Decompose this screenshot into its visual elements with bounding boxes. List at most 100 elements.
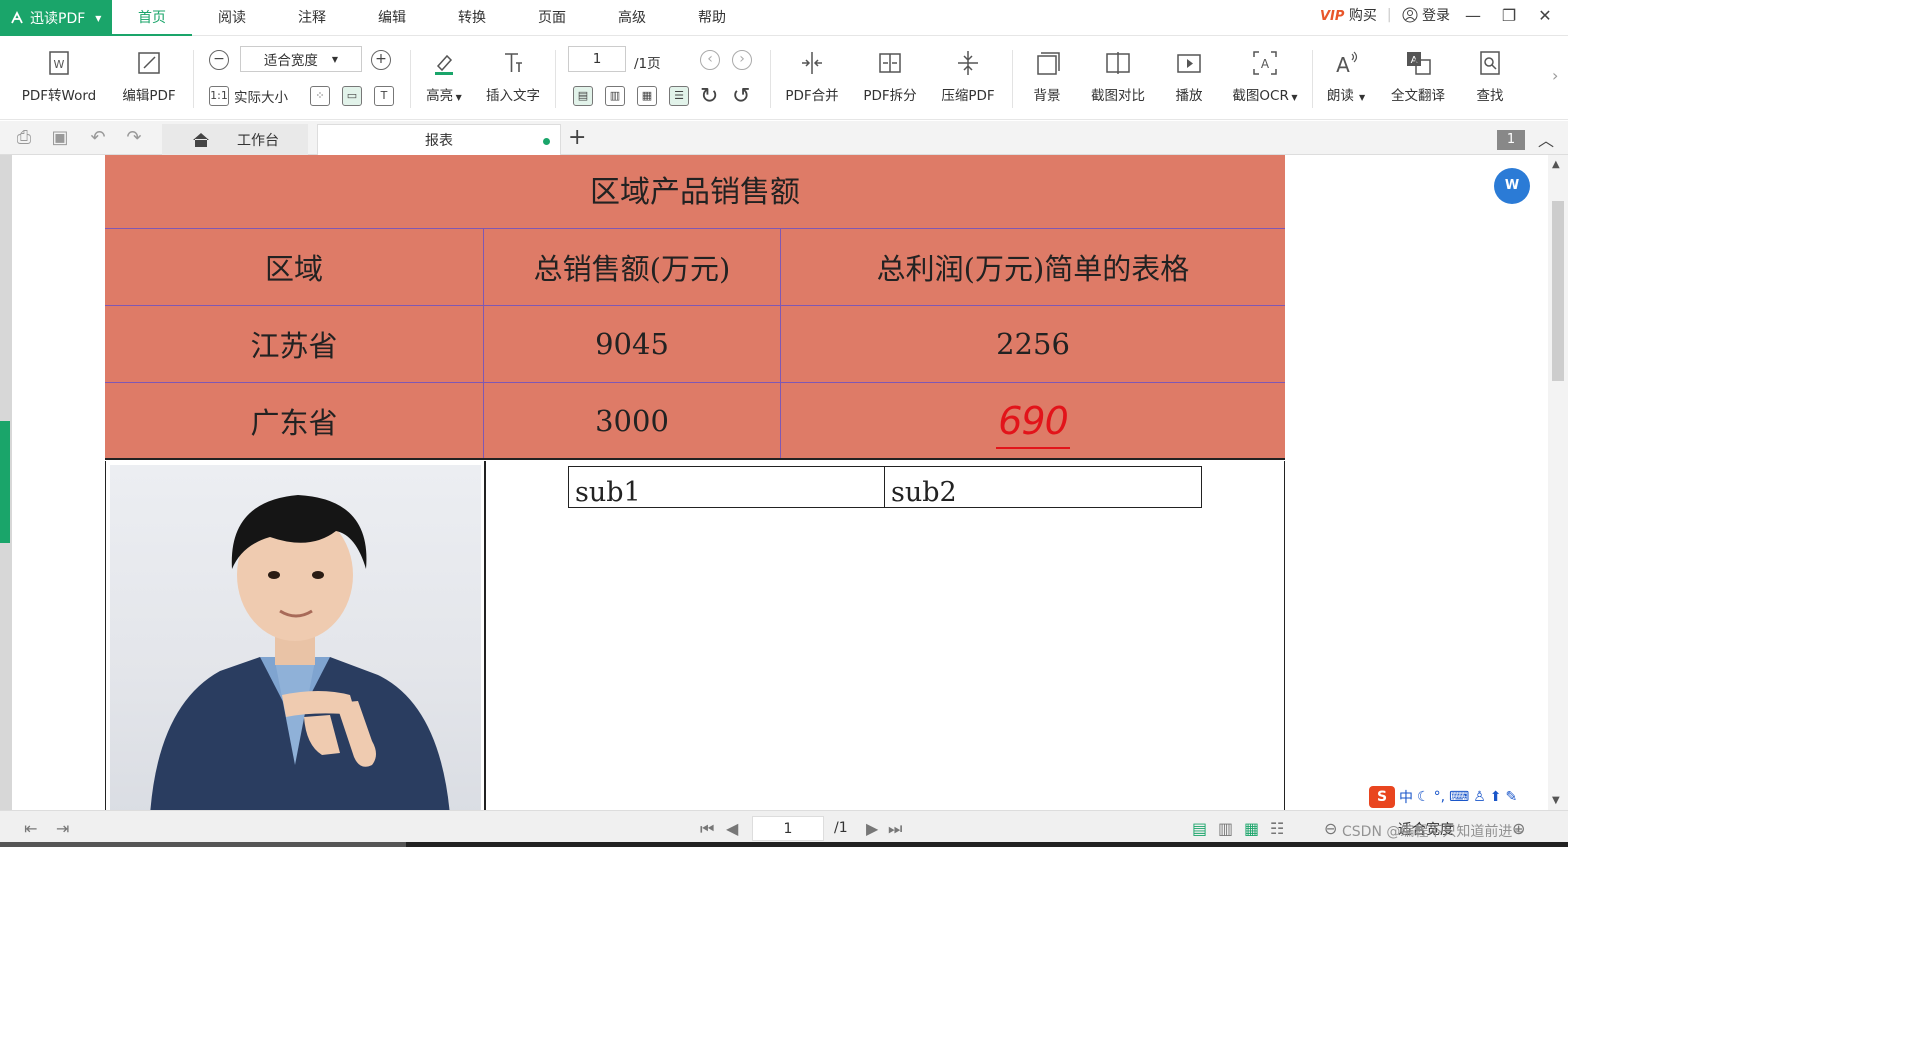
text-select-icon[interactable]: T: [374, 86, 394, 106]
zoom-out-icon[interactable]: −: [209, 50, 229, 70]
convert-to-word-float-button[interactable]: W: [1494, 168, 1530, 204]
separator: [1312, 50, 1313, 108]
redo-icon[interactable]: ↷: [124, 128, 144, 148]
rotate-clockwise-icon[interactable]: ↻: [700, 84, 718, 109]
actual-size-icon: 1:1: [209, 86, 229, 106]
tab-home[interactable]: 首页: [112, 0, 192, 36]
zoom-out-status-icon[interactable]: ⊖: [1324, 819, 1337, 838]
separator: [193, 50, 194, 108]
highlighter-icon: [435, 54, 453, 75]
tab-page[interactable]: 页面: [512, 0, 592, 36]
background-button[interactable]: 背景: [1024, 48, 1070, 104]
save-icon[interactable]: ▣: [50, 128, 70, 148]
app-menu-button[interactable]: 迅读PDF ▼: [0, 0, 112, 36]
pdf-merge-button[interactable]: PDF合并: [780, 48, 844, 104]
insert-text-label: 插入文字: [486, 88, 540, 104]
zoom-in-icon[interactable]: +: [371, 50, 391, 70]
spread-view-icon[interactable]: ☷: [1270, 819, 1284, 838]
table-cell: 江苏省: [105, 306, 484, 382]
tab-edit[interactable]: 编辑: [352, 0, 432, 36]
menu-bar: 迅读PDF ▼ 首页 阅读 注释 编辑 转换 页面 高级 帮助 VIP 购买 |…: [0, 0, 1568, 36]
highlight-label: 高亮: [426, 88, 454, 104]
chevron-up-icon[interactable]: ︿: [1538, 127, 1554, 151]
shirt-icon[interactable]: ⬆: [1490, 789, 1502, 805]
tab-advanced[interactable]: 高级: [592, 0, 672, 36]
find-label: 查找: [1476, 88, 1504, 104]
split-icon: [879, 53, 901, 73]
vertical-scrollbar[interactable]: ▲ ▼: [1548, 155, 1568, 810]
tab-read[interactable]: 阅读: [192, 0, 272, 36]
close-button[interactable]: ✕: [1532, 6, 1558, 25]
scroll-up-icon[interactable]: ▲: [1552, 159, 1560, 170]
zoom-select[interactable]: 适合宽度 ▼: [240, 46, 362, 72]
pdf-to-word-button[interactable]: W PDF转Word: [16, 48, 102, 104]
status-page-input[interactable]: 1: [752, 816, 824, 841]
fit-page-icon[interactable]: ⁘: [310, 86, 330, 106]
top-right-controls: VIP 购买 | 登录 — ❐ ✕: [1320, 0, 1568, 30]
document-viewport[interactable]: 区域产品销售额 区域 总销售额(万元) 总利润(万元)简单的表格 江苏省 904…: [0, 155, 1568, 810]
screenshot-ocr-button[interactable]: A 截图OCR ▼: [1227, 48, 1303, 104]
single-page-icon[interactable]: ▤: [573, 86, 593, 106]
pdf-split-button[interactable]: PDF拆分: [858, 48, 922, 104]
side-panel-toggle[interactable]: [0, 421, 10, 543]
next-page-icon[interactable]: ›: [732, 50, 752, 70]
chevron-right-icon[interactable]: ›: [1552, 66, 1558, 85]
two-page-view-icon[interactable]: ▥: [1218, 819, 1233, 838]
moon-icon[interactable]: ☾: [1417, 789, 1430, 805]
login-button[interactable]: 登录: [1402, 5, 1450, 25]
scrollbar-thumb[interactable]: [1552, 201, 1564, 381]
wrench-icon[interactable]: ✎: [1506, 789, 1518, 805]
find-button[interactable]: 查找: [1467, 48, 1513, 104]
play-button[interactable]: 播放: [1166, 48, 1212, 104]
first-page-icon[interactable]: ⏮: [700, 819, 714, 839]
read-aloud-button[interactable]: A 朗读 ▼: [1322, 48, 1370, 104]
scroll-down-icon[interactable]: ▼: [1552, 795, 1560, 806]
keyboard-icon[interactable]: ⌨: [1449, 789, 1469, 805]
table-title: 区域产品销售额: [105, 155, 1285, 229]
login-label: 登录: [1422, 8, 1450, 24]
user-icon[interactable]: ♙: [1473, 789, 1486, 805]
insert-text-button[interactable]: 插入文字: [482, 48, 544, 104]
tab-annotate[interactable]: 注释: [272, 0, 352, 36]
tab-help[interactable]: 帮助: [672, 0, 752, 36]
last-page-icon[interactable]: ⏭: [888, 819, 902, 839]
print-icon[interactable]: ⎙: [14, 128, 34, 148]
undo-icon[interactable]: ↶: [88, 128, 108, 148]
menu-tabs: 首页 阅读 注释 编辑 转换 页面 高级 帮助: [112, 0, 752, 36]
page-input[interactable]: 1: [568, 46, 626, 72]
compress-pdf-button[interactable]: 压缩PDF: [936, 48, 1000, 104]
status-page-total: /1: [834, 820, 848, 836]
actual-size-button[interactable]: 1:1 实际大小: [209, 86, 288, 106]
zoom-select-value: 适合宽度: [263, 53, 318, 69]
scroll-mode-icon[interactable]: ☰: [669, 86, 689, 106]
buy-button[interactable]: VIP 购买: [1320, 5, 1377, 25]
punctuation-icon[interactable]: °,: [1434, 789, 1445, 805]
home-icon: [193, 132, 209, 147]
screenshot-compare-button[interactable]: 截图对比: [1085, 48, 1151, 104]
continuous-icon[interactable]: ▦: [637, 86, 657, 106]
fit-width-icon[interactable]: ▭: [342, 86, 362, 106]
tab-convert[interactable]: 转换: [432, 0, 512, 36]
double-page-icon[interactable]: ▥: [605, 86, 625, 106]
highlight-button[interactable]: 高亮 ▼: [420, 48, 468, 104]
back-icon[interactable]: ⇤: [24, 819, 37, 838]
actual-size-label: 实际大小: [234, 90, 288, 106]
single-page-view-icon[interactable]: ▤: [1192, 819, 1207, 838]
translate-button[interactable]: A 全文翻译: [1386, 48, 1450, 104]
page-count-badge: 1: [1497, 130, 1525, 150]
ime-toolbar[interactable]: S 中 ☾ °, ⌨ ♙ ⬆ ✎: [1366, 785, 1521, 809]
continuous-view-icon[interactable]: ▦: [1244, 819, 1259, 838]
ime-language[interactable]: 中: [1399, 787, 1413, 807]
restore-button[interactable]: ❐: [1496, 6, 1522, 25]
forward-icon[interactable]: ⇥: [56, 819, 69, 838]
next-page-icon[interactable]: ▶: [866, 819, 878, 838]
tab-workbench[interactable]: 工作台: [162, 124, 308, 155]
previous-page-icon[interactable]: ‹: [700, 50, 720, 70]
edit-pdf-button[interactable]: 编辑PDF: [118, 48, 180, 104]
prev-page-icon[interactable]: ◀: [726, 819, 738, 838]
add-tab-button[interactable]: +: [568, 125, 586, 150]
tab-report[interactable]: 报表: [317, 124, 561, 155]
minimize-button[interactable]: —: [1460, 6, 1486, 25]
rotate-counterclockwise-icon[interactable]: ↺: [732, 84, 750, 109]
pdf-merge-label: PDF合并: [785, 88, 839, 104]
